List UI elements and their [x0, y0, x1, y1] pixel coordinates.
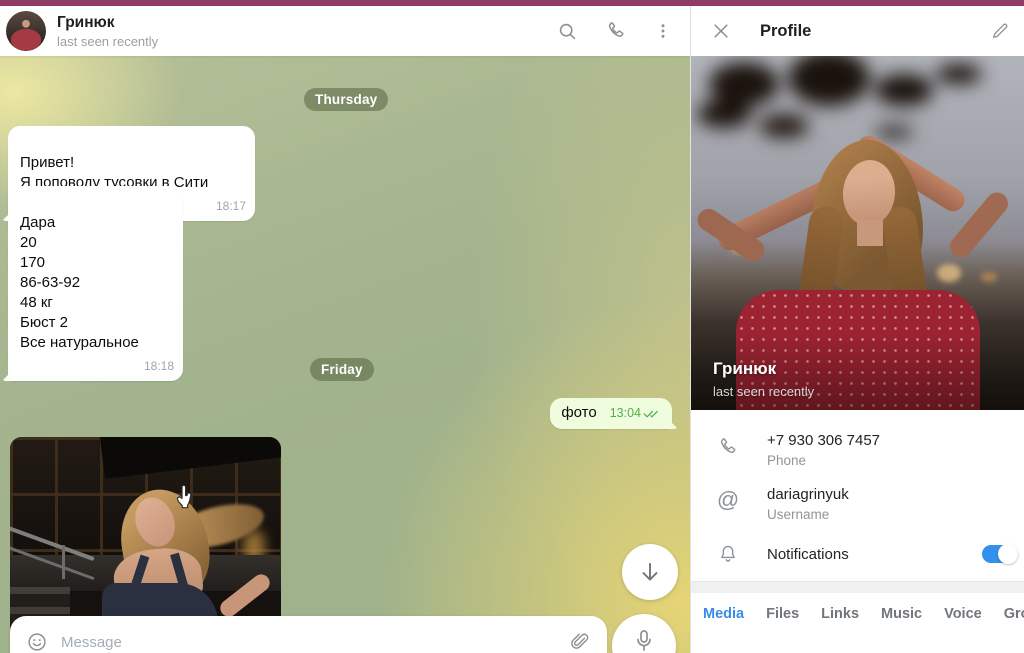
- tab-links[interactable]: Links: [810, 606, 870, 622]
- profile-title: Profile: [760, 22, 811, 41]
- telegram-window: Гринюк last seen recently: [0, 0, 1024, 653]
- at-sign-icon: @: [715, 490, 741, 510]
- voice-record-button[interactable]: [612, 614, 676, 653]
- close-icon: [711, 21, 731, 41]
- kebab-menu-icon: [654, 21, 672, 41]
- attach-button[interactable]: [569, 631, 591, 653]
- chat-header[interactable]: Гринюк last seen recently: [0, 6, 690, 56]
- tab-files[interactable]: Files: [755, 606, 810, 622]
- message-text: Дара 20 170 86-63-92 48 кг Бюст 2 Все на…: [20, 214, 139, 351]
- phone-value: +7 930 306 7457: [767, 432, 880, 449]
- profile-user-name: Гринюк: [713, 359, 776, 379]
- phone-outline-icon: [715, 436, 741, 458]
- phone-icon: [605, 20, 627, 42]
- message-input[interactable]: [61, 634, 569, 651]
- username-value: dariagrinyuk: [767, 486, 849, 503]
- arrow-down-icon: [637, 559, 663, 585]
- username-row[interactable]: @ dariagrinyuk Username: [691, 477, 1024, 531]
- edit-contact-button[interactable]: [984, 15, 1016, 47]
- shared-media-tabs: Media Files Links Music Voice Groups: [691, 593, 1024, 635]
- tab-groups[interactable]: Groups: [993, 606, 1024, 622]
- emoji-button[interactable]: [26, 631, 48, 653]
- more-menu-button[interactable]: [654, 21, 672, 41]
- profile-photo[interactable]: Гринюк last seen recently: [691, 56, 1024, 410]
- close-profile-button[interactable]: [711, 21, 731, 41]
- tab-media[interactable]: Media: [692, 606, 755, 622]
- double-check-icon: [643, 408, 661, 419]
- date-separator: Thursday: [304, 88, 388, 111]
- chat-panel: Гринюк last seen recently: [0, 6, 690, 653]
- phone-label: Phone: [767, 453, 880, 468]
- peer-info: Гринюк last seen recently: [57, 14, 158, 49]
- username-label: Username: [767, 507, 849, 522]
- scroll-to-bottom-button[interactable]: [622, 544, 678, 600]
- message-composer[interactable]: [10, 616, 607, 653]
- section-divider: [691, 581, 1024, 593]
- message-list[interactable]: Thursday Привет! Я поповоду тусовки в Си…: [0, 56, 690, 653]
- profile-info-section: +7 930 306 7457 Phone @ dariagrinyuk Use…: [691, 410, 1024, 581]
- incoming-message[interactable]: Дара 20 170 86-63-92 48 кг Бюст 2 Все на…: [8, 186, 183, 381]
- message-text: фото: [561, 404, 596, 421]
- notifications-label: Notifications: [767, 546, 849, 563]
- photo-art-figure: [857, 220, 883, 246]
- notifications-row[interactable]: Notifications: [691, 531, 1024, 577]
- peer-status: last seen recently: [57, 34, 158, 49]
- edit-pencil-icon: [990, 21, 1010, 41]
- search-button[interactable]: [557, 21, 578, 42]
- tab-music[interactable]: Music: [870, 606, 933, 622]
- call-button[interactable]: [605, 20, 627, 42]
- microphone-icon: [632, 628, 656, 653]
- outgoing-message[interactable]: фото 13:04: [550, 398, 672, 429]
- profile-header: Profile: [691, 6, 1024, 56]
- avatar[interactable]: [6, 11, 46, 51]
- search-icon: [557, 21, 578, 42]
- profile-panel: Profile: [690, 6, 1024, 653]
- message-time: 18:17: [216, 196, 246, 216]
- phone-row[interactable]: +7 930 306 7457 Phone: [691, 423, 1024, 477]
- bell-icon: [715, 543, 741, 565]
- notifications-toggle[interactable]: [982, 545, 1018, 563]
- peer-name: Гринюк: [57, 14, 158, 32]
- tab-voice[interactable]: Voice: [933, 606, 993, 622]
- photo-art-railing-post: [62, 545, 65, 579]
- message-time: 13:04: [610, 403, 641, 423]
- photo-art-tree: [709, 62, 779, 106]
- paperclip-icon: [569, 631, 591, 653]
- smiley-icon: [26, 631, 48, 653]
- message-time: 18:18: [144, 356, 174, 376]
- date-separator: Friday: [310, 358, 374, 381]
- toggle-knob: [998, 544, 1018, 564]
- profile-user-status: last seen recently: [713, 384, 814, 399]
